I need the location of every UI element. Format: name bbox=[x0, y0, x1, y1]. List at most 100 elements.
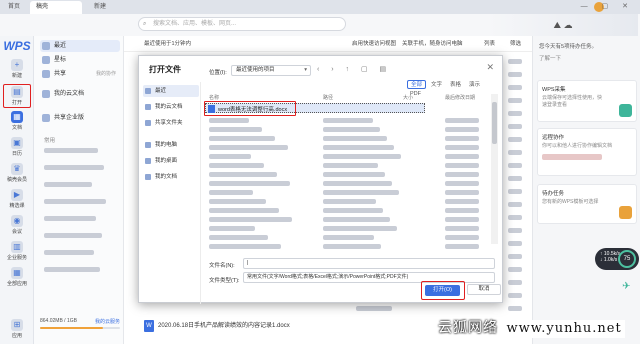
pinned-item[interactable] bbox=[44, 165, 104, 170]
tab-home[interactable]: 首页 bbox=[2, 1, 28, 14]
file-row[interactable] bbox=[207, 242, 487, 251]
pinned-item[interactable] bbox=[44, 216, 96, 221]
search-input[interactable]: ⌕ 搜索文档、应用、模板、网页... bbox=[138, 17, 346, 31]
filter-all[interactable]: 全部 bbox=[407, 80, 427, 89]
rail-enterprise[interactable]: ▥ 企业服务 bbox=[3, 240, 31, 264]
rail-new[interactable]: + 新建 bbox=[3, 58, 31, 82]
dialog-nav-shared[interactable]: 共享文件夹 bbox=[143, 117, 199, 129]
rail-calendar[interactable]: ▣ 日历 bbox=[3, 136, 31, 160]
bird-icon[interactable]: ✈ bbox=[622, 281, 638, 293]
nav-enterprise[interactable]: 共享企业版 bbox=[40, 112, 120, 124]
filter-sheet[interactable]: 表格 bbox=[447, 81, 464, 90]
building-icon: ▥ bbox=[11, 241, 23, 253]
open-button[interactable]: 打开(O) bbox=[425, 285, 460, 296]
pinned-item[interactable] bbox=[44, 199, 106, 204]
top-bar: ⌕ 搜索文档、应用、模板、网页... ⛰ ☁ bbox=[0, 14, 640, 36]
pinned-item[interactable] bbox=[44, 267, 100, 272]
file-row[interactable] bbox=[207, 179, 487, 188]
feature-card[interactable]: WPS采集 云端保存可选择性使用，快速登录查看 bbox=[537, 80, 637, 122]
dialog-nav-cloud[interactable]: 我的云文档 bbox=[143, 101, 199, 113]
file-row[interactable] bbox=[207, 116, 487, 125]
dialog-nav-desktop[interactable]: 我的桌面 bbox=[143, 155, 199, 167]
folder-icon: ▤ bbox=[11, 86, 23, 98]
navigation-buttons[interactable]: ‹ › ↑ ▢ ▤ bbox=[317, 65, 391, 73]
file-row[interactable] bbox=[207, 143, 487, 152]
file-row[interactable] bbox=[207, 188, 487, 197]
location-select[interactable]: 最近使用的项目 ▾ bbox=[231, 65, 311, 76]
rail-all-apps[interactable]: ▦ 全部应用 bbox=[3, 266, 31, 290]
feature-card[interactable]: 待办任务 您有新的WPS模板可选择 bbox=[537, 184, 637, 224]
dialog-nav-computer[interactable]: 我的电脑 bbox=[143, 139, 199, 151]
column-modified[interactable]: 最后修改日期 bbox=[445, 94, 475, 101]
pinned-item[interactable] bbox=[44, 250, 94, 255]
list-view-button[interactable]: 列表 bbox=[484, 36, 495, 52]
dialog-nav-recent[interactable]: 最近 bbox=[143, 85, 199, 97]
feature-card[interactable]: 远程协作 你可以和他人进行协作编辑文档 bbox=[537, 128, 637, 176]
cloud-icon bbox=[145, 104, 151, 110]
app-rail: WPS + 新建 ▤ 打开 ▦ 文档 ▣ 日历 ♛ 稿壳会员 ▶ 精选课 ◉ 会议 ▥ 企业服务… bbox=[0, 36, 34, 344]
dialog-sidebar: 最近 我的云文档 共享文件夹 我的电脑 我的桌面 我的文档 bbox=[139, 82, 201, 304]
rail-meeting[interactable]: ◉ 会议 bbox=[3, 214, 31, 238]
nav-recent[interactable]: 最近 bbox=[40, 40, 120, 52]
apps-icon: ⊞ bbox=[11, 319, 23, 331]
file-row[interactable] bbox=[207, 161, 487, 170]
right-panel: 您今天有5项待办任务。 了解一下 WPS采集 云端保存可选择性使用，快速登录查看… bbox=[532, 36, 640, 344]
video-icon: ◉ bbox=[11, 215, 23, 227]
rail-courses[interactable]: ▶ 精选课 bbox=[3, 188, 31, 212]
document-icon: ▦ bbox=[11, 111, 23, 123]
file-row[interactable] bbox=[207, 152, 487, 161]
learn-more-link[interactable]: 了解一下 bbox=[539, 54, 561, 62]
watermark: 云狐网络 www.yunhu.net bbox=[438, 312, 640, 344]
network-speed-widget[interactable]: ↑ 10.5k/s ↓ 1.0k/s 75 bbox=[595, 248, 639, 270]
file-name: 2020.06.18日手机产品解读绩效的内容记录1.docx bbox=[158, 323, 290, 329]
nav-starred[interactable]: 星标 bbox=[40, 54, 120, 66]
calendar-icon: ▣ bbox=[11, 137, 23, 149]
tab-new[interactable]: 新建 bbox=[88, 1, 118, 14]
pinned-item[interactable] bbox=[44, 148, 98, 153]
close-icon[interactable]: ✕ bbox=[486, 62, 494, 73]
nav-cloud-docs[interactable]: 我的云文档 bbox=[40, 88, 120, 100]
file-type-filters: 全部 文字 表格 演示PDF bbox=[407, 80, 502, 97]
search-placeholder: 搜索文档、应用、模板、网页... bbox=[153, 21, 237, 27]
rail-documents[interactable]: ▦ 文档 bbox=[3, 110, 31, 134]
rail-apps[interactable]: ⊞ 应用 bbox=[3, 318, 31, 342]
quick-access-toggle[interactable]: 启用快速访问视图 bbox=[352, 36, 396, 52]
dialog-nav-documents[interactable]: 我的文档 bbox=[143, 171, 199, 183]
filter-text[interactable]: 文字 bbox=[428, 81, 445, 90]
column-size[interactable]: 大小 bbox=[403, 94, 413, 101]
window-controls[interactable]: — ▢ ✕ bbox=[581, 2, 634, 10]
file-row[interactable] bbox=[207, 224, 487, 233]
file-row[interactable] bbox=[207, 197, 487, 206]
list-toolbar: 最近使用于1分钟内 启用快速访问视图 关联手机，随身访问电脑 列表 筛选 bbox=[124, 36, 532, 52]
filter-button[interactable]: 筛选 bbox=[510, 36, 521, 52]
filter-slides[interactable]: 演示 bbox=[466, 81, 483, 90]
word-file-icon: W bbox=[144, 320, 154, 332]
column-path[interactable]: 路径 bbox=[323, 94, 333, 101]
file-row[interactable] bbox=[207, 206, 487, 215]
share-icon bbox=[145, 120, 151, 126]
file-row[interactable] bbox=[207, 170, 487, 179]
cloud-service-link[interactable]: 我的云服务 bbox=[95, 318, 120, 325]
pinned-item[interactable] bbox=[44, 233, 102, 238]
tab-document[interactable]: 稿壳 bbox=[30, 1, 82, 14]
file-row[interactable] bbox=[207, 134, 487, 143]
rail-open[interactable]: ▤ 打开 bbox=[3, 84, 31, 108]
file-row[interactable] bbox=[207, 125, 487, 134]
selected-file-row[interactable]: word表格无法调整行高.docx bbox=[204, 101, 425, 116]
app-logo: WPS bbox=[3, 39, 31, 53]
phone-link[interactable]: 关联手机，随身访问电脑 bbox=[402, 36, 463, 52]
file-row[interactable] bbox=[207, 215, 487, 224]
cancel-button[interactable]: 取消 bbox=[467, 284, 501, 295]
scrollbar[interactable] bbox=[491, 94, 498, 244]
star-icon bbox=[42, 56, 50, 64]
filename-label: 文件名(N): bbox=[209, 263, 235, 269]
dialog-title: 打开文件 bbox=[149, 65, 181, 74]
column-name[interactable]: 名称 bbox=[209, 94, 219, 101]
nav-shared[interactable]: 共享 我的协作 bbox=[40, 68, 120, 80]
file-row[interactable] bbox=[207, 233, 487, 242]
pinned-item[interactable] bbox=[44, 182, 92, 187]
filename-input[interactable]: | bbox=[243, 258, 495, 269]
chevron-down-icon: ▾ bbox=[304, 67, 307, 73]
computer-icon bbox=[145, 142, 151, 148]
rail-membership[interactable]: ♛ 稿壳会员 bbox=[3, 162, 31, 186]
